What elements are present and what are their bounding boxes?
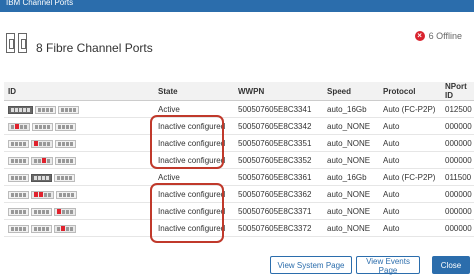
table-row[interactable]: Inactive configured 500507605E8C3371 aut… (4, 202, 474, 220)
table-row[interactable]: Inactive configured 500507605E8C3351 aut… (4, 134, 474, 152)
table-header-row: ID State WWPN Speed Protocol NPort ID (4, 82, 474, 101)
port-nport-id: 011500 (441, 168, 474, 186)
column-header-protocol[interactable]: Protocol (379, 82, 441, 101)
port-speed: auto_NONE (323, 185, 379, 203)
port-state: Inactive configured (154, 134, 234, 152)
port-speed: auto_16Gb (323, 100, 379, 118)
port-speed: auto_NONE (323, 117, 379, 135)
port-wwpn: 500507605E8C3361 (234, 168, 323, 186)
port-wwpn: 500507605E8C3352 (234, 151, 323, 169)
port-id-graphic (4, 185, 154, 203)
port-speed: auto_NONE (323, 202, 379, 220)
port-state: Inactive configured (154, 202, 234, 220)
view-events-page-button[interactable]: View Events Page (356, 256, 420, 275)
close-button[interactable]: Close (432, 256, 470, 274)
port-id-graphic (4, 219, 154, 237)
table-row[interactable]: Active 500507605E8C3361 auto_16Gb Auto (… (4, 168, 474, 186)
port-protocol: Auto (379, 151, 441, 169)
port-id-graphic (4, 100, 154, 118)
port-state: Inactive configured (154, 151, 234, 169)
port-wwpn: 500507605E8C3372 (234, 219, 323, 237)
window-title: IBM Channel Ports (6, 0, 74, 7)
table-row[interactable]: Inactive configured 500507605E8C3362 aut… (4, 185, 474, 203)
offline-status[interactable]: × 6 Offline (414, 31, 462, 41)
port-protocol: Auto (379, 185, 441, 203)
table-row[interactable]: Active 500507605E8C3341 auto_16Gb Auto (… (4, 100, 474, 118)
port-speed: auto_16Gb (323, 168, 379, 186)
port-id-graphic (4, 168, 154, 186)
column-header-id[interactable]: ID (4, 82, 154, 101)
port-nport-id: 000000 (441, 134, 474, 152)
port-state: Active (154, 100, 234, 118)
window-titlebar: IBM Channel Ports (0, 0, 474, 12)
port-state: Inactive configured (154, 219, 234, 237)
port-nport-id: 000000 (441, 185, 474, 203)
port-protocol: Auto (379, 134, 441, 152)
port-nport-id: 000000 (441, 151, 474, 169)
port-id-graphic (4, 151, 154, 169)
port-id-graphic (4, 134, 154, 152)
dialog-footer: View System Page View Events Page Close (0, 248, 474, 275)
fibre-channel-ports-icon (6, 33, 28, 53)
port-wwpn: 500507605E8C3351 (234, 134, 323, 152)
port-speed: auto_NONE (323, 219, 379, 237)
port-protocol: Auto (FC-P2P) (379, 100, 441, 118)
port-speed: auto_NONE (323, 151, 379, 169)
port-wwpn: 500507605E8C3342 (234, 117, 323, 135)
port-wwpn: 500507605E8C3362 (234, 185, 323, 203)
port-protocol: Auto (379, 219, 441, 237)
port-nport-id: 000000 (441, 202, 474, 220)
table-row[interactable]: Inactive configured 500507605E8C3372 aut… (4, 219, 474, 237)
port-nport-id: 000000 (441, 117, 474, 135)
port-state: Inactive configured (154, 185, 234, 203)
port-wwpn: 500507605E8C3341 (234, 100, 323, 118)
port-id-graphic (4, 202, 154, 220)
port-state: Active (154, 168, 234, 186)
dialog-header: 8 Fibre Channel Ports × 6 Offline (0, 12, 474, 62)
ports-table-wrap: ID State WWPN Speed Protocol NPort ID Ac… (4, 82, 474, 245)
column-header-speed[interactable]: Speed (323, 82, 379, 101)
table-row[interactable]: Inactive configured 500507605E8C3352 aut… (4, 151, 474, 169)
offline-label: 6 Offline (428, 31, 462, 41)
column-header-nport-id[interactable]: NPort ID (441, 82, 474, 101)
view-system-page-button[interactable]: View System Page (270, 256, 352, 274)
ports-table: ID State WWPN Speed Protocol NPort ID Ac… (4, 82, 474, 237)
port-state: Inactive configured (154, 117, 234, 135)
port-nport-id: 000000 (441, 219, 474, 237)
column-header-state[interactable]: State (154, 82, 234, 101)
page-title: 8 Fibre Channel Ports (36, 41, 153, 55)
port-nport-id: 012500 (441, 100, 474, 118)
offline-x-icon: × (414, 31, 425, 41)
port-protocol: Auto (379, 202, 441, 220)
port-wwpn: 500507605E8C3371 (234, 202, 323, 220)
port-speed: auto_NONE (323, 134, 379, 152)
column-header-wwpn[interactable]: WWPN (234, 82, 323, 101)
table-row[interactable]: Inactive configured 500507605E8C3342 aut… (4, 117, 474, 135)
port-protocol: Auto (379, 117, 441, 135)
port-protocol: Auto (FC-P2P) (379, 168, 441, 186)
port-id-graphic (4, 117, 154, 135)
